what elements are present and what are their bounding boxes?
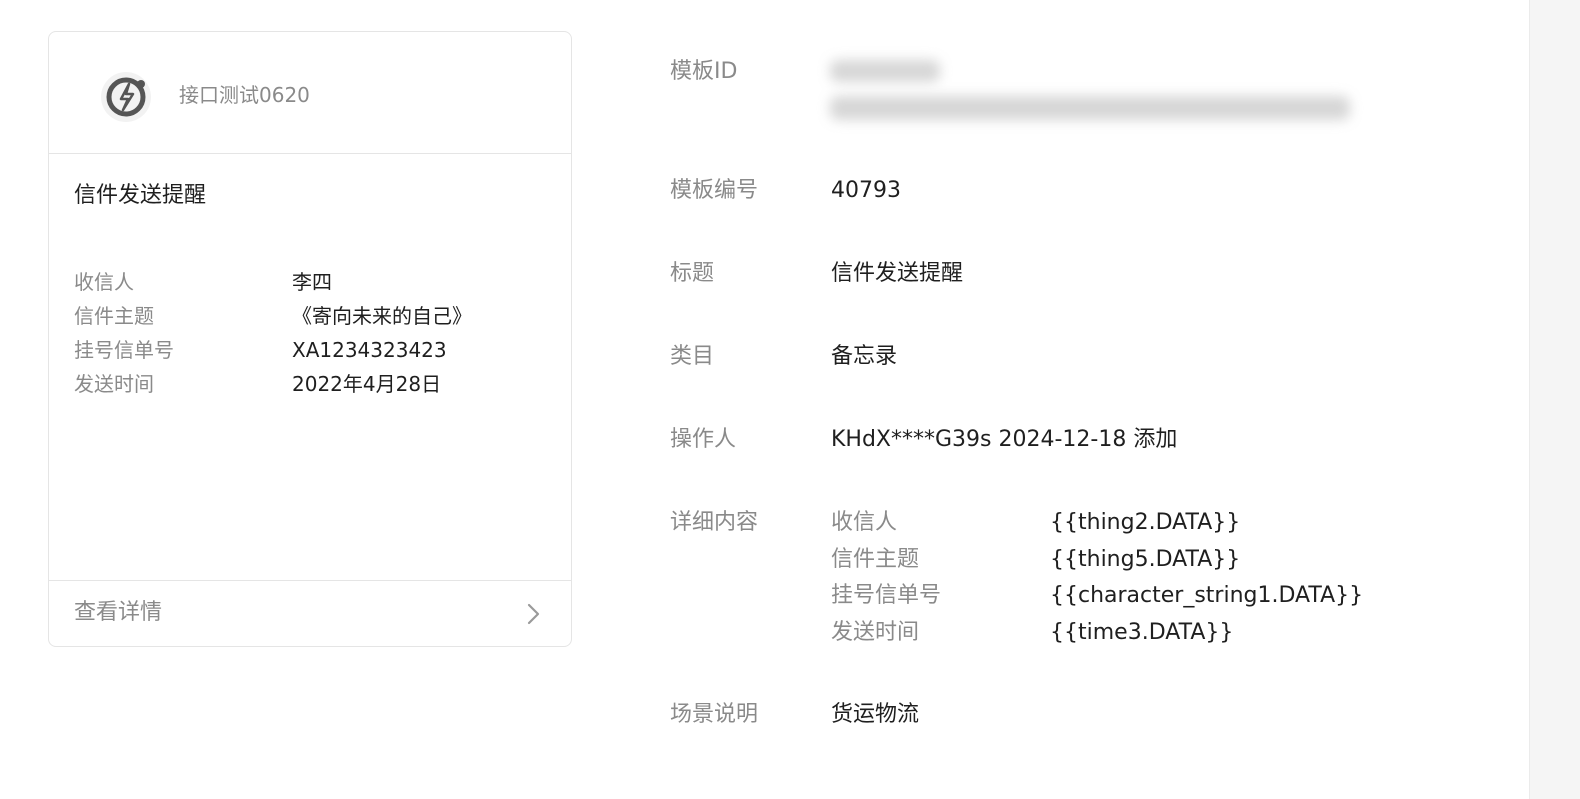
template-number-value: 40793 [831, 178, 901, 203]
title-label: 标题 [670, 261, 715, 286]
list-item: 挂号信单号 XA1234323423 [74, 336, 544, 370]
list-item: 收信人 李四 [74, 268, 544, 302]
template-preview-card: 接口测试0620 信件发送提醒 收信人 李四 信件主题 《寄向未来的自己》 挂号… [48, 31, 572, 647]
content-field-label: 挂号信单号 [831, 583, 942, 608]
content-field-value: {{thing2.DATA}} [1050, 510, 1241, 535]
account-name: 接口测试0620 [179, 83, 310, 107]
field-value: 《寄向未来的自己》 [292, 304, 472, 328]
field-label: 挂号信单号 [74, 338, 174, 362]
scene-label: 场景说明 [670, 702, 759, 727]
category-value: 备忘录 [831, 344, 898, 369]
category-label: 类目 [670, 344, 715, 369]
content-field-label: 信件主题 [831, 547, 920, 572]
field-value: 2022年4月28日 [292, 372, 442, 396]
card-header: 接口测试0620 [49, 32, 571, 154]
list-item: 发送时间 2022年4月28日 [74, 370, 544, 404]
content-field-value: {{character_string1.DATA}} [1050, 583, 1364, 608]
brand-logo-icon [101, 72, 151, 122]
title-value: 信件发送提醒 [831, 261, 964, 286]
list-item: 信件主题 《寄向未来的自己》 [74, 302, 544, 336]
operator-label: 操作人 [670, 427, 737, 452]
template-id-label: 模板ID [670, 59, 738, 84]
view-details-link[interactable]: 查看详情 [49, 580, 571, 646]
scene-value: 货运物流 [831, 702, 920, 727]
content-field-label: 发送时间 [831, 620, 920, 645]
content-field-value: {{time3.DATA}} [1050, 620, 1234, 645]
content-field-label: 收信人 [831, 510, 898, 535]
field-label: 发送时间 [74, 372, 154, 396]
view-details-label: 查看详情 [74, 600, 163, 625]
card-title: 信件发送提醒 [74, 183, 207, 208]
right-side-strip [1529, 0, 1580, 799]
content-label: 详细内容 [670, 510, 759, 535]
operator-value: KHdX****G39s 2024-12-18 添加 [831, 427, 1178, 452]
field-label: 信件主题 [74, 304, 154, 328]
field-value: 李四 [292, 270, 332, 294]
field-label: 收信人 [74, 270, 134, 294]
preview-field-list: 收信人 李四 信件主题 《寄向未来的自己》 挂号信单号 XA1234323423… [74, 268, 544, 404]
template-number-label: 模板编号 [670, 178, 759, 203]
field-value: XA1234323423 [292, 338, 447, 362]
chevron-right-icon [527, 603, 540, 625]
content-field-value: {{thing5.DATA}} [1050, 547, 1241, 572]
